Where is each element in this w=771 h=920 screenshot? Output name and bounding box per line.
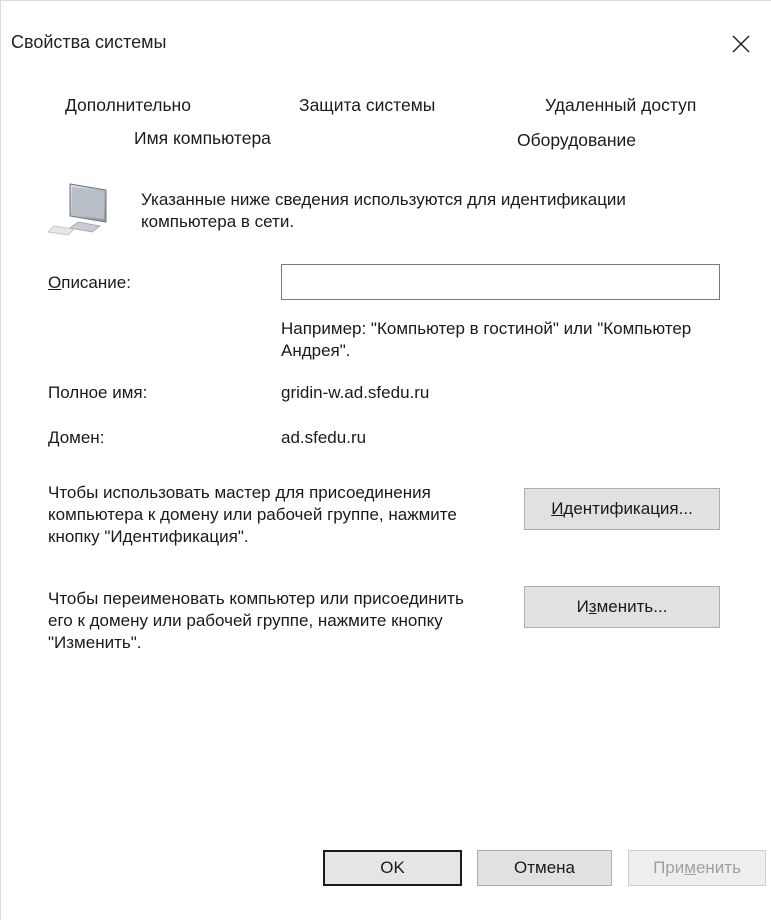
description-example: Например: "Компьютер в гостиной" или "Ко… [281,319,692,360]
network-id-rest: дентификация... [563,499,693,518]
network-id-accel: И [551,499,564,518]
change-rest: менить... [596,597,668,616]
tab-hardware[interactable]: Оборудование [517,130,636,151]
tab-computer-name[interactable]: Имя компьютера [134,128,271,149]
full-name-label: Полное имя: [48,383,148,402]
close-button[interactable] [711,15,771,73]
dialog-title: Свойства системы [11,32,167,52]
description-input[interactable] [281,264,720,300]
description-label-rest: писание: [61,273,131,292]
system-properties-dialog: Свойства системы Дополнительно Защита си… [0,0,771,920]
change-accel: з [588,597,597,616]
description-label-accel: О [48,273,62,292]
tab-system-protection[interactable]: Защита системы [299,95,435,116]
full-name-value: gridin-w.ad.sfedu.ru [281,383,430,402]
computer-icon [48,183,107,236]
close-icon [732,35,750,53]
intro-text: Указанные ниже сведения используются для… [141,190,626,231]
wizard-text: Чтобы использовать мастер для присоедине… [48,483,457,546]
domain-value: ad.sfedu.ru [281,428,367,447]
cancel-button[interactable]: Отмена [477,850,612,886]
apply-accel: м [684,858,696,877]
change-pre: И [576,597,589,616]
apply-rest: енить [695,858,741,877]
domain-label: Домен: [48,428,105,447]
apply-pre: При [653,858,685,877]
tab-remote[interactable]: Удаленный доступ [545,95,696,116]
description-label: Описание: [48,273,131,293]
ok-button[interactable]: OK [323,850,462,886]
rename-text: Чтобы переименовать компьютер или присое… [48,589,464,652]
network-id-button[interactable]: Идентификация... [524,488,720,530]
apply-button[interactable]: При м енить [628,850,766,886]
change-button[interactable]: Из менить... [524,586,720,628]
tab-advanced[interactable]: Дополнительно [65,95,191,116]
